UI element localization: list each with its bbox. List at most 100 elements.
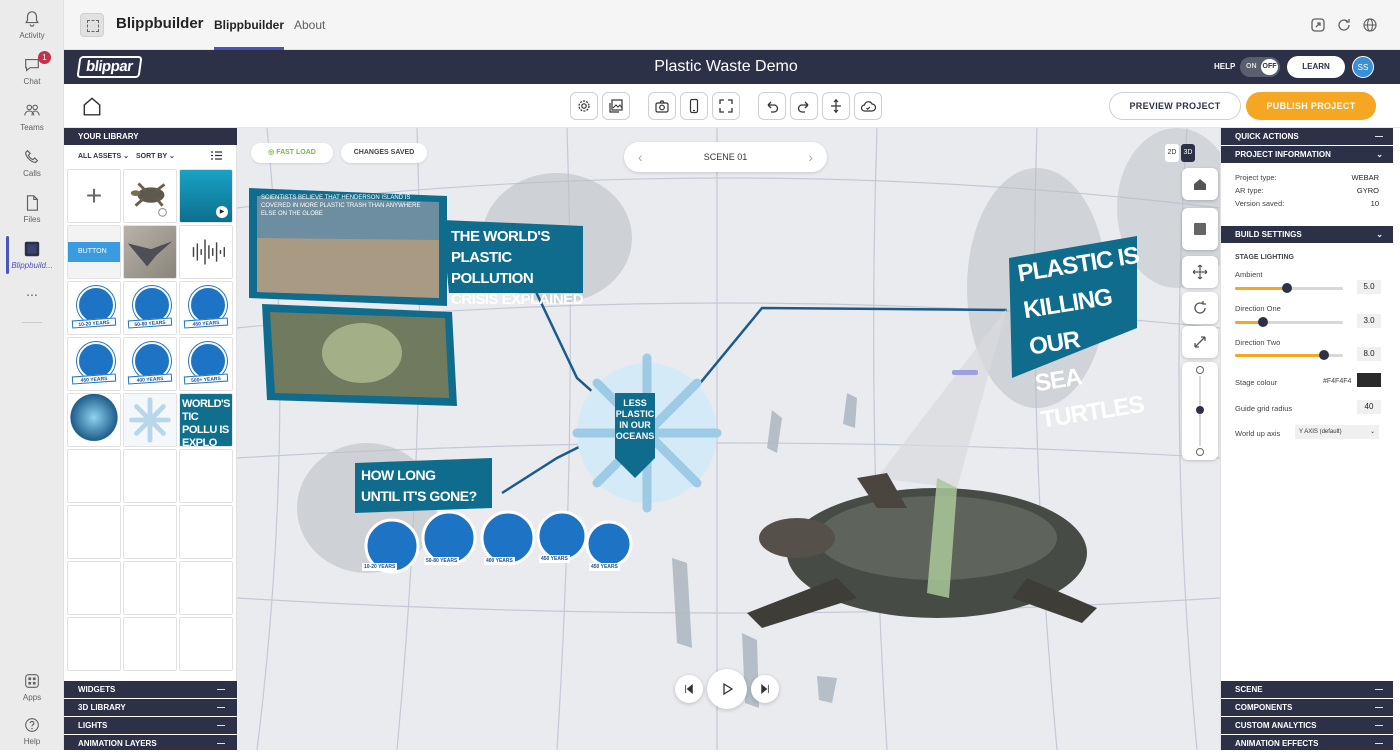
- rail-item-teams[interactable]: Teams: [0, 94, 64, 140]
- animation-effects-section[interactable]: ANIMATION EFFECTS —: [1221, 735, 1393, 750]
- reset-view-button[interactable]: [1182, 168, 1218, 200]
- view-2d-button[interactable]: 2D: [1165, 144, 1179, 162]
- sort-by-dropdown[interactable]: SORT BY ⌄: [136, 152, 175, 160]
- preview-project-button[interactable]: PREVIEW PROJECT: [1109, 92, 1241, 120]
- direction-two-slider[interactable]: [1235, 350, 1343, 360]
- direction-two-value[interactable]: 8.0: [1357, 347, 1381, 361]
- lights-section[interactable]: LIGHTS —: [64, 717, 237, 734]
- ar-type-row: AR type: GYRO: [1235, 186, 1379, 195]
- asset-turtle-3d[interactable]: [123, 169, 177, 223]
- view-3d-button[interactable]: 3D: [1181, 144, 1195, 162]
- play-button[interactable]: [707, 669, 747, 709]
- rail-item-chat[interactable]: Chat 1: [0, 48, 64, 94]
- home-button[interactable]: [78, 92, 106, 120]
- asset-headline-image[interactable]: WORLD'S TIC POLLU IS EXPLO: [179, 393, 233, 447]
- undo-button[interactable]: [758, 92, 786, 120]
- prev-scene-icon[interactable]: ‹: [638, 142, 643, 172]
- media-library-button[interactable]: [602, 92, 630, 120]
- direction-one-slider[interactable]: [1235, 317, 1343, 327]
- stage-colour-swatch[interactable]: [1357, 373, 1381, 387]
- asset-coral[interactable]: [67, 393, 121, 447]
- next-button[interactable]: [751, 675, 779, 703]
- add-asset-button[interactable]: +: [67, 169, 121, 223]
- popout-icon[interactable]: [1310, 17, 1326, 33]
- rail-label: Apps: [22, 693, 42, 702]
- device-preview-button[interactable]: [680, 92, 708, 120]
- ambient-value[interactable]: 5.0: [1357, 280, 1381, 294]
- asset-plastic-rings[interactable]: 400 YEARS: [123, 337, 177, 391]
- 3d-library-section[interactable]: 3D LIBRARY —: [64, 699, 237, 716]
- more-apps-button[interactable]: ...: [0, 276, 64, 306]
- asset-ocean-video[interactable]: ▶: [179, 169, 233, 223]
- rail-item-calls[interactable]: Calls: [0, 140, 64, 186]
- list-view-icon[interactable]: [211, 151, 222, 160]
- redo-button[interactable]: [790, 92, 818, 120]
- view-cube[interactable]: [1182, 208, 1218, 250]
- asset-plastic-bottle[interactable]: 450 YEARS: [179, 281, 233, 335]
- world-up-select[interactable]: Y AXIS (default) ⌄: [1295, 425, 1379, 439]
- quick-actions-header[interactable]: QUICK ACTIONS —: [1221, 128, 1393, 145]
- sea-turtle-model[interactable]: [747, 473, 1097, 628]
- toggle-on-label: ON: [1246, 63, 1257, 70]
- selection-handle[interactable]: [952, 370, 978, 375]
- asset-audio[interactable]: [179, 225, 233, 279]
- animation-layers-section[interactable]: ANIMATION LAYERS —: [64, 735, 237, 750]
- asset-plastic-cup[interactable]: 500+ YEARS: [179, 337, 233, 391]
- capture-button[interactable]: [648, 92, 676, 120]
- align-button[interactable]: [822, 92, 850, 120]
- all-assets-filter[interactable]: ALL ASSETS ⌄: [78, 152, 129, 160]
- user-avatar[interactable]: SS: [1352, 56, 1374, 78]
- globe-icon[interactable]: [1362, 17, 1378, 33]
- fullscreen-button[interactable]: [712, 92, 740, 120]
- settings-button[interactable]: [570, 92, 598, 120]
- rotate-tool-button[interactable]: [1182, 292, 1218, 324]
- guide-radius-value[interactable]: 40: [1357, 400, 1381, 414]
- tab-blippbuilder[interactable]: Blippbuilder: [214, 0, 284, 50]
- rail-item-files[interactable]: Files: [0, 186, 64, 232]
- rail-item-blippbuilder[interactable]: Blippbuild...: [0, 232, 64, 278]
- previous-button[interactable]: [675, 675, 703, 703]
- components-section[interactable]: COMPONENTS —: [1221, 699, 1393, 716]
- zoom-control[interactable]: [1182, 362, 1218, 460]
- move-tool-button[interactable]: [1182, 256, 1218, 288]
- slider-knob[interactable]: [1318, 350, 1329, 360]
- headline-thumb-text: WORLD'S TIC POLLU IS EXPLO: [182, 398, 231, 447]
- video-panel-bottles[interactable]: [262, 304, 457, 406]
- kv-value: GYRO: [1356, 186, 1379, 195]
- scene-section[interactable]: SCENE —: [1221, 681, 1393, 698]
- build-settings-header[interactable]: BUILD SETTINGS ⌄: [1221, 226, 1393, 243]
- blippar-logo[interactable]: blippar: [76, 56, 143, 78]
- scene-viewport[interactable]: SCIENTISTS BELIEVE THAT HENDERSON ISLAND…: [237, 128, 1220, 750]
- asset-plastic-boot[interactable]: 50-80 YEARS: [123, 281, 177, 335]
- asset-plastic-bag[interactable]: 10-20 YEARS: [67, 281, 121, 335]
- project-information-header[interactable]: PROJECT INFORMATION ⌄: [1221, 146, 1393, 163]
- ambient-slider[interactable]: [1235, 283, 1343, 293]
- slider-knob[interactable]: [1281, 283, 1292, 293]
- direction-one-value[interactable]: 3.0: [1357, 314, 1381, 328]
- learn-button[interactable]: LEARN: [1287, 56, 1345, 78]
- rail-item-activity[interactable]: Activity: [0, 2, 64, 48]
- asset-bottle-cluster[interactable]: [123, 393, 177, 447]
- rail-label: Teams: [20, 123, 44, 132]
- rail-item-apps[interactable]: Apps: [0, 664, 64, 710]
- cloud-save-button[interactable]: [854, 92, 882, 120]
- help-toggle[interactable]: ON OFF: [1240, 57, 1280, 77]
- asset-tag: 500+ YEARS: [183, 373, 229, 385]
- rail-item-help[interactable]: Help: [0, 708, 64, 754]
- custom-analytics-section[interactable]: CUSTOM ANALYTICS —: [1221, 717, 1393, 734]
- library-header[interactable]: YOUR LIBRARY: [64, 128, 237, 145]
- headline-line: THE WORLD'S: [451, 228, 550, 245]
- next-scene-icon[interactable]: ›: [808, 142, 813, 172]
- asset-manta-ray[interactable]: [123, 225, 177, 279]
- publish-project-button[interactable]: PUBLISH PROJECT: [1246, 92, 1376, 120]
- scale-tool-button[interactable]: [1182, 326, 1218, 358]
- slider-knob[interactable]: [1258, 317, 1269, 327]
- tab-about[interactable]: About: [294, 0, 325, 50]
- widgets-section[interactable]: WIDGETS —: [64, 681, 237, 698]
- scene-selector[interactable]: ‹ SCENE 01 ›: [624, 142, 827, 172]
- asset-button-widget[interactable]: BUTTON: [67, 225, 121, 279]
- blippar-top-bar: blippar Plastic Waste Demo HELP ON OFF L…: [64, 50, 1400, 84]
- scene-canvas[interactable]: [237, 128, 1220, 750]
- refresh-icon[interactable]: [1336, 17, 1352, 33]
- asset-plastic-diaper[interactable]: 450 YEARS: [67, 337, 121, 391]
